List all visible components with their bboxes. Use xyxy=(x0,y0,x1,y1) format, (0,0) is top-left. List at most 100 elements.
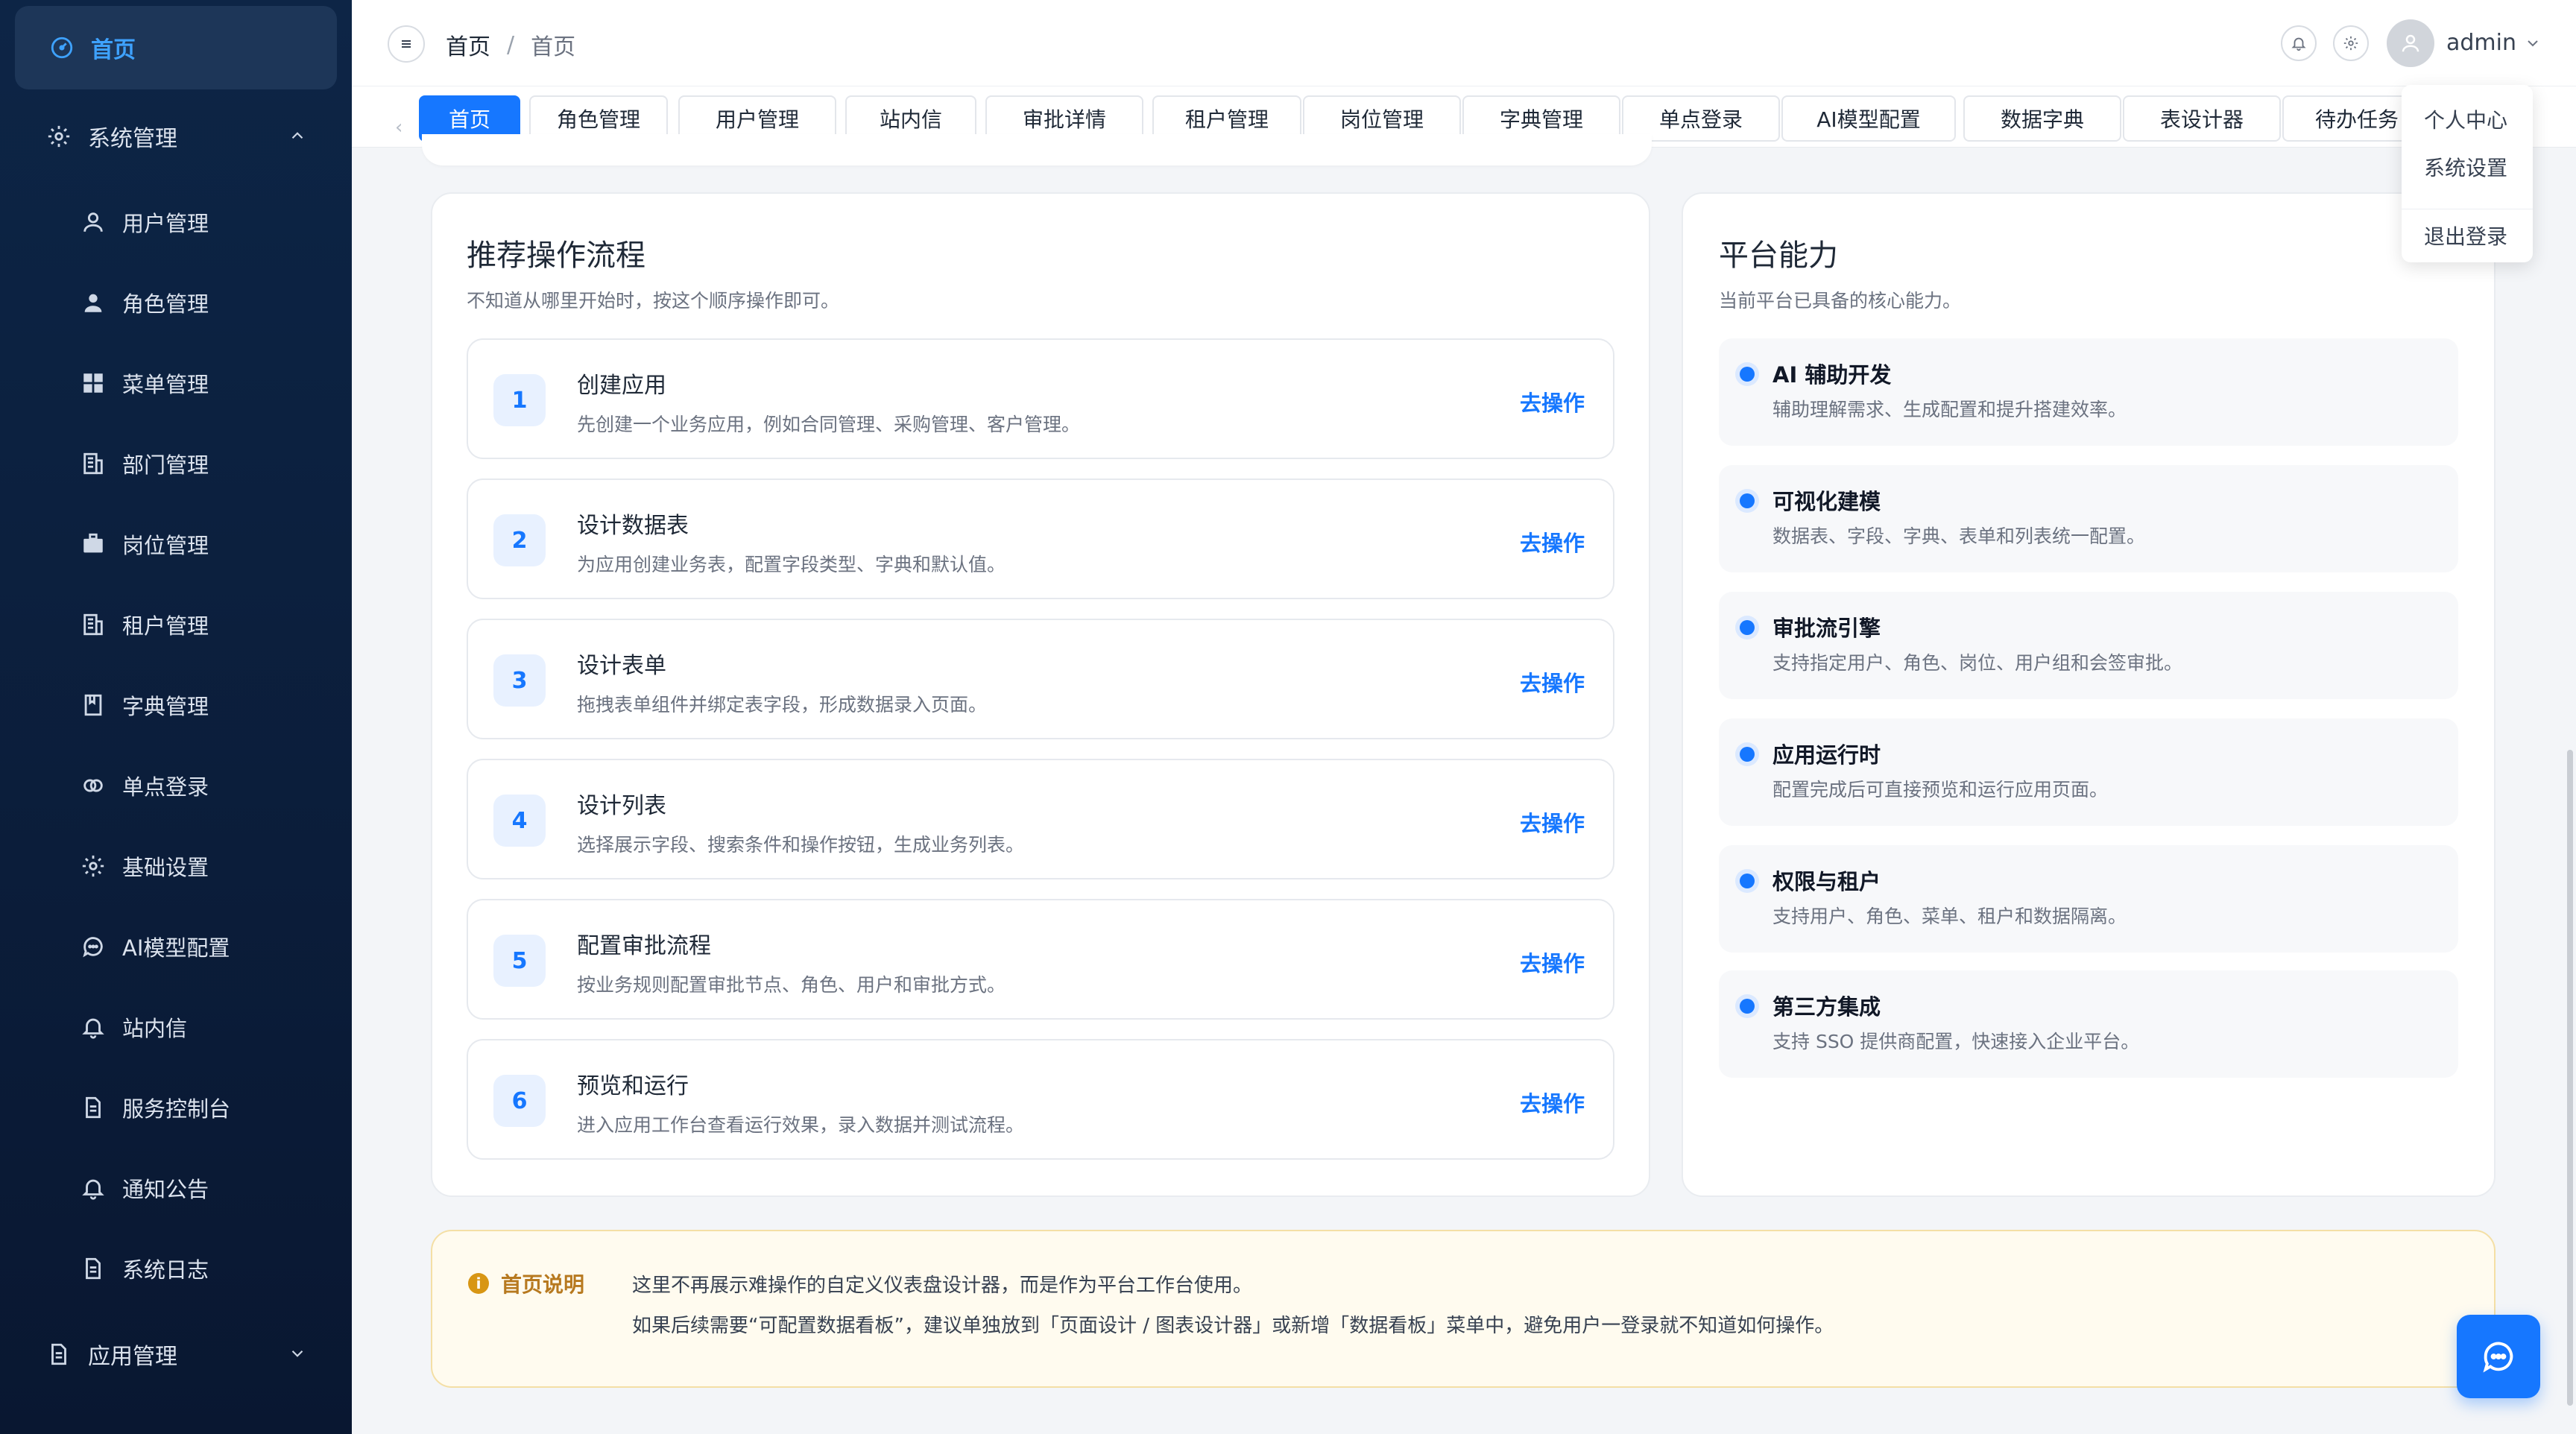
previous-card-bottom xyxy=(422,134,1652,165)
capability-item: 可视化建模 数据表、字段、字典、表单和列表统一配置。 xyxy=(1719,465,2458,572)
book-icon xyxy=(80,692,106,718)
chevron-down-icon xyxy=(288,1343,307,1369)
sidebar-item-roles[interactable]: 角色管理 xyxy=(0,265,352,340)
tab-data-dictionary[interactable]: 数据字典 xyxy=(1963,95,2121,142)
chevron-down-icon[interactable] xyxy=(2524,34,2542,55)
sidebar-item-service-console[interactable]: 服务控制台 xyxy=(0,1070,352,1145)
sidebar-item-label: 用户管理 xyxy=(122,211,209,236)
step-title: 设计表单 xyxy=(577,653,666,679)
capability-title: AI 辅助开发 xyxy=(1772,362,1892,388)
menu-toggle-button[interactable] xyxy=(388,25,425,63)
scrollbar[interactable] xyxy=(2567,750,2573,1406)
step-number: 4 xyxy=(493,795,546,847)
tab-scroll-left-icon[interactable]: ‹ xyxy=(395,116,402,139)
notice-line: 这里不再展示难操作的自定义仪表盘设计器，而是作为平台工作台使用。 xyxy=(632,1275,1253,1297)
menu-item-logout[interactable]: 退出登录 xyxy=(2424,221,2507,250)
sidebar-item-label: 角色管理 xyxy=(122,291,209,317)
user-dropdown-menu: 个人中心 系统设置 退出登录 xyxy=(2402,85,2533,262)
building-icon xyxy=(80,612,106,637)
notice-line: 如果后续需要“可配置数据看板”，建议单独放到「页面设计 / 图表设计器」或新增「… xyxy=(632,1315,1834,1337)
sidebar-item-label: 菜单管理 xyxy=(122,372,209,397)
flow-title: 推荐操作流程 xyxy=(467,239,645,273)
sidebar-item-departments[interactable]: 部门管理 xyxy=(0,426,352,501)
capability-item: AI 辅助开发 辅助理解需求、生成配置和提升搭建效率。 xyxy=(1719,338,2458,446)
sidebar-item-home[interactable]: 首页 xyxy=(15,6,337,89)
step-description: 选择展示字段、搜索条件和操作按钮，生成业务列表。 xyxy=(577,834,1025,856)
capability-description: 数据表、字段、字典、表单和列表统一配置。 xyxy=(1772,525,2146,547)
step-number: 3 xyxy=(493,654,546,707)
flow-step: 2 设计数据表 为应用创建业务表，配置字段类型、字典和默认值。 去操作 xyxy=(467,478,1614,599)
sidebar-item-messages[interactable]: 站内信 xyxy=(0,990,352,1064)
sidebar-item-label: 租户管理 xyxy=(122,613,209,639)
document-icon xyxy=(80,1095,106,1120)
menu-item-profile[interactable]: 个人中心 xyxy=(2424,104,2507,134)
capability-item: 第三方集成 支持 SSO 提供商配置，快速接入企业平台。 xyxy=(1719,970,2458,1078)
capability-item: 权限与租户 支持用户、角色、菜单、租户和数据隔离。 xyxy=(1719,845,2458,953)
gear-icon xyxy=(46,124,72,149)
capability-description: 辅助理解需求、生成配置和提升搭建效率。 xyxy=(1772,399,2127,420)
top-header xyxy=(352,0,2576,86)
dashboard-icon xyxy=(49,35,75,60)
username[interactable]: admin xyxy=(2446,30,2516,56)
step-description: 按业务规则配置审批节点、角色、用户和审批方式。 xyxy=(577,974,1006,996)
step-description: 拖拽表单组件并绑定表字段，形成数据录入页面。 xyxy=(577,694,988,716)
sidebar-group-system[interactable]: 系统管理 xyxy=(0,95,352,177)
bell-icon xyxy=(2291,37,2306,51)
flow-subtitle: 不知道从哪里开始时，按这个顺序操作即可。 xyxy=(467,290,840,312)
sidebar-item-menus[interactable]: 菜单管理 xyxy=(0,346,352,420)
sidebar-item-sso[interactable]: 单点登录 xyxy=(0,748,352,823)
capabilities-title: 平台能力 xyxy=(1719,239,1838,273)
sidebar-item-ai-model[interactable]: AI模型配置 xyxy=(0,909,352,984)
user-filled-icon xyxy=(80,290,106,315)
step-number: 2 xyxy=(493,514,546,566)
notification-button[interactable] xyxy=(2281,25,2317,61)
capability-description: 配置完成后可直接预览和运行应用页面。 xyxy=(1772,779,2109,800)
sidebar-item-label: 部门管理 xyxy=(122,452,209,478)
sidebar-item-system-logs[interactable]: 系统日志 xyxy=(0,1231,352,1306)
step-title: 创建应用 xyxy=(577,373,666,399)
step-action-link[interactable]: 去操作 xyxy=(1520,666,1585,698)
bullet-dot-icon xyxy=(1740,874,1755,888)
bullet-dot-icon xyxy=(1740,620,1755,635)
sidebar-item-label: 服务控制台 xyxy=(122,1096,231,1122)
sidebar-item-label: 字典管理 xyxy=(122,694,209,719)
sidebar-item-posts[interactable]: 岗位管理 xyxy=(0,507,352,581)
sidebar-item-dictionary[interactable]: 字典管理 xyxy=(0,668,352,742)
user-icon xyxy=(80,209,106,235)
chat-assistant-button[interactable] xyxy=(2457,1315,2540,1398)
sidebar-group-apps[interactable]: 应用管理 xyxy=(0,1313,352,1395)
sidebar-item-tenants[interactable]: 租户管理 xyxy=(0,587,352,662)
step-action-link[interactable]: 去操作 xyxy=(1520,806,1585,838)
grid-icon xyxy=(80,370,106,396)
tab-table-designer[interactable]: 表设计器 xyxy=(2123,95,2281,142)
flow-step: 4 设计列表 选择展示字段、搜索条件和操作按钮，生成业务列表。 去操作 xyxy=(467,759,1614,879)
sidebar: 首页 系统管理 用户管理 角色管理 菜单管理 部门管理 岗位管理 租户管理 字典… xyxy=(0,0,352,1434)
sidebar-item-basic-settings[interactable]: 基础设置 xyxy=(0,829,352,903)
breadcrumb-root[interactable]: 首页 xyxy=(446,28,490,61)
capability-item: 应用运行时 配置完成后可直接预览和运行应用页面。 xyxy=(1719,718,2458,826)
avatar[interactable] xyxy=(2387,19,2434,67)
step-action-link[interactable]: 去操作 xyxy=(1520,947,1585,978)
capabilities-subtitle: 当前平台已具备的核心能力。 xyxy=(1719,290,1962,312)
notice-title: 首页说明 xyxy=(501,1272,585,1297)
link-icon xyxy=(80,773,106,798)
flow-step: 1 创建应用 先创建一个业务应用，例如合同管理、采购管理、客户管理。 去操作 xyxy=(467,338,1614,459)
flow-step: 6 预览和运行 进入应用工作台查看运行效果，录入数据并测试流程。 去操作 xyxy=(467,1039,1614,1160)
step-title: 设计列表 xyxy=(577,793,666,819)
sidebar-group-label: 应用管理 xyxy=(88,1344,177,1370)
step-action-link[interactable]: 去操作 xyxy=(1520,526,1585,558)
sidebar-item-users[interactable]: 用户管理 xyxy=(0,185,352,259)
chevron-up-icon xyxy=(288,125,307,151)
sidebar-item-notices[interactable]: 通知公告 xyxy=(0,1151,352,1225)
settings-button[interactable] xyxy=(2333,25,2369,61)
step-action-link[interactable]: 去操作 xyxy=(1520,1087,1585,1118)
menu-item-settings[interactable]: 系统设置 xyxy=(2424,152,2507,182)
tab-ai-model[interactable]: AI模型配置 xyxy=(1781,95,1956,142)
step-action-link[interactable]: 去操作 xyxy=(1520,386,1585,417)
sidebar-item-label: 基础设置 xyxy=(122,855,209,880)
sidebar-item-label: 系统日志 xyxy=(122,1257,209,1283)
capability-description: 支持 SSO 提供商配置，快速接入企业平台。 xyxy=(1772,1031,2140,1052)
step-number: 6 xyxy=(493,1075,546,1127)
flow-step: 3 设计表单 拖拽表单组件并绑定表字段，形成数据录入页面。 去操作 xyxy=(467,619,1614,739)
step-title: 设计数据表 xyxy=(577,513,689,539)
